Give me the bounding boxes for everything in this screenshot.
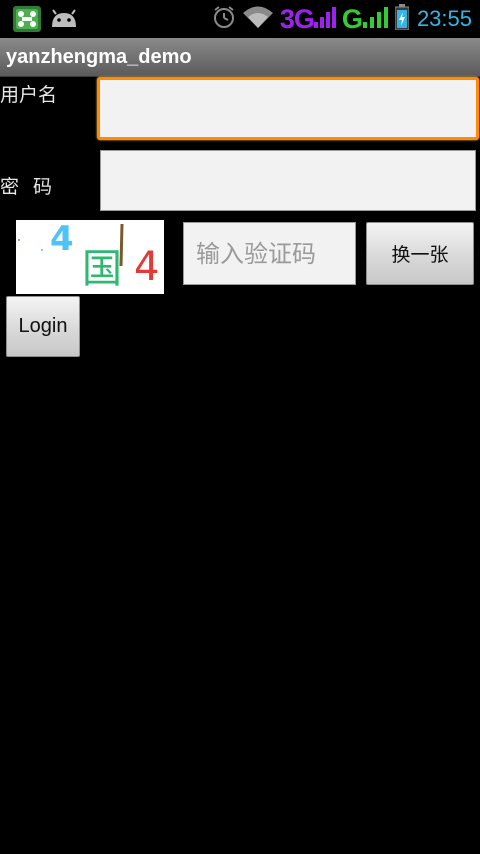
signal-icon: [313, 4, 336, 34]
status-indicators: 3G G 23:55: [212, 0, 472, 38]
password-field-wrap[interactable]: [100, 150, 476, 211]
captcha-field-wrap[interactable]: [183, 222, 356, 285]
username-label: 用户名: [0, 84, 58, 106]
alarm-icon: [212, 5, 236, 33]
signal-g-icon: [362, 4, 389, 34]
wifi-icon: [242, 5, 274, 33]
captcha-noise-line: [119, 223, 124, 267]
android-icon: [50, 9, 78, 33]
login-button[interactable]: Login: [6, 296, 80, 357]
password-label: 密 码: [0, 176, 57, 198]
captcha-input[interactable]: [184, 223, 355, 284]
username-field-wrap[interactable]: [97, 77, 479, 140]
status-bar: 3G G 23:55: [0, 0, 480, 38]
captcha-noise-dot: [41, 249, 43, 251]
clock: 23:55: [416, 6, 472, 31]
captcha-noise-dot: [18, 239, 20, 241]
password-input[interactable]: [101, 151, 475, 210]
captcha-char-2: 国: [82, 246, 122, 292]
captcha-char-3: 4: [134, 244, 159, 290]
app-title-bar: yanzhengma_demo: [0, 38, 480, 77]
username-input[interactable]: [100, 80, 476, 137]
refresh-captcha-button[interactable]: 换一张: [366, 222, 474, 285]
app-title: yanzhengma_demo: [6, 46, 192, 68]
captcha-char-1: 4: [50, 220, 74, 259]
network-3g-label: 3G: [279, 4, 315, 34]
captcha-image[interactable]: 4 国 4: [16, 220, 164, 294]
battery-icon: [394, 4, 410, 34]
network-g-label: G: [341, 4, 363, 34]
app-icon: [13, 6, 41, 36]
